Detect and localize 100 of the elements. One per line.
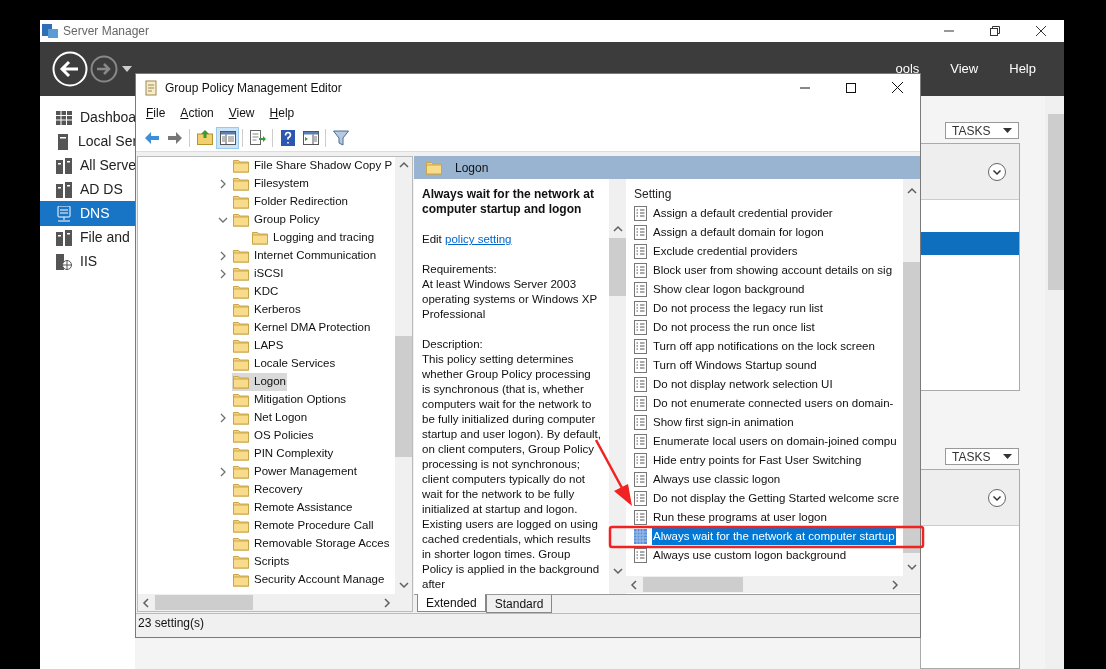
- tree-item[interactable]: File Share Shadow Copy P: [254, 157, 393, 175]
- scrollbar-thumb[interactable]: [609, 238, 626, 296]
- expanded-caret-icon[interactable]: [218, 215, 228, 225]
- menu-item[interactable]: View: [228, 103, 255, 122]
- policy-title: Always wait for the network at computer startup and logon: [422, 187, 596, 217]
- tree-item[interactable]: OS Policies: [254, 427, 314, 445]
- tasks-button[interactable]: TASKS: [945, 448, 1019, 465]
- tree-item[interactable]: Kernel DMA Protection: [254, 319, 371, 337]
- sidebar-item[interactable]: DNS: [40, 201, 135, 226]
- setting-row[interactable]: Do not process the legacy run list: [652, 299, 825, 318]
- window-title: Group Policy Management Editor: [165, 79, 342, 97]
- expand-chevron-icon[interactable]: [988, 488, 1006, 507]
- tree-item[interactable]: KDC: [254, 283, 279, 301]
- scrollbar-thumb[interactable]: [903, 262, 920, 553]
- tree-item[interactable]: LAPS: [254, 337, 284, 355]
- scrollbar-thumb[interactable]: [1048, 114, 1064, 290]
- folder-icon: [233, 177, 249, 191]
- dropdown-caret-icon[interactable]: [122, 66, 132, 72]
- back-button-icon[interactable]: [52, 51, 88, 87]
- collapsed-caret-icon[interactable]: [218, 467, 228, 477]
- setting-row[interactable]: Do not display the Getting Started welcome scre: [652, 489, 901, 508]
- tree-item[interactable]: Locale Services: [254, 355, 336, 373]
- expand-chevron-icon[interactable]: [988, 162, 1006, 181]
- tree-item[interactable]: Recovery: [254, 481, 303, 499]
- scrollbar-thumb[interactable]: [155, 595, 253, 610]
- setting-row[interactable]: Exclude credential providers: [652, 242, 799, 261]
- policy-icon: [634, 396, 647, 411]
- menu-item[interactable]: Help: [1009, 59, 1036, 79]
- folder-icon: [233, 249, 249, 263]
- tree-item[interactable]: Filesystem: [254, 175, 309, 193]
- description-text: This policy setting determines whether Group Policy processing is synchronous (that is, whether computers wait for the network to be fully initialized during computer startup and user logon). By default, on client computers, Group Policy processing is not synchronous; client computers typically do not wait for the network to be fully initialized at startup and logon. Existing users are logged on using cached credentials, which results in shorter logon times. Group Policy is applied in the background after: [422, 352, 601, 592]
- maximize-icon: [846, 82, 856, 93]
- setting-row[interactable]: Assign a default credential provider: [652, 204, 834, 223]
- setting-row[interactable]: Show first sign-in animation: [652, 413, 795, 432]
- setting-row[interactable]: Always use classic logon: [652, 470, 782, 489]
- caret-down-icon: [1003, 454, 1012, 459]
- tree-item[interactable]: Remote Procedure Call: [254, 517, 374, 535]
- tree-item[interactable]: Scripts: [254, 553, 290, 571]
- view-tab[interactable]: Extended: [417, 594, 486, 612]
- policy-icon: [634, 282, 647, 297]
- setting-row[interactable]: Assign a default domain for logon: [652, 223, 825, 242]
- view-tab[interactable]: Standard: [485, 595, 553, 613]
- menu-item[interactable]: Help: [269, 103, 295, 122]
- status-text: 23 setting(s): [138, 615, 205, 632]
- description-label: Description:: [422, 337, 484, 352]
- collapsed-caret-icon[interactable]: [218, 179, 228, 189]
- menu-item[interactable]: Action: [180, 103, 214, 122]
- forward-button-icon[interactable]: [90, 55, 118, 83]
- setting-row[interactable]: Block user from showing account details on sig: [652, 261, 894, 280]
- setting-row[interactable]: Turn off app notifications on the lock screen: [652, 337, 876, 356]
- tree-item[interactable]: Kerberos: [254, 301, 301, 319]
- close-icon: [891, 82, 903, 93]
- setting-row[interactable]: Run these programs at user logon: [652, 508, 828, 527]
- tree-item[interactable]: Remote Assistance: [254, 499, 353, 517]
- setting-row[interactable]: Do not enumerate connected users on domain-: [652, 394, 895, 413]
- folder-icon: [233, 573, 249, 587]
- tree-item[interactable]: Power Management: [254, 463, 357, 481]
- sidebar-item[interactable]: Dashboa: [40, 105, 135, 130]
- tree-item[interactable]: PIN Complexity: [254, 445, 334, 463]
- setting-row[interactable]: Enumerate local users on domain-joined compu: [652, 432, 898, 451]
- collapsed-caret-icon[interactable]: [218, 251, 228, 261]
- menu-item[interactable]: File: [146, 103, 166, 122]
- sidebar-item[interactable]: AD DS: [40, 177, 135, 202]
- folder-icon: [426, 160, 442, 175]
- folder-icon: [233, 303, 249, 317]
- setting-row[interactable]: Do not process the run once list: [652, 318, 816, 337]
- column-header[interactable]: Setting: [634, 185, 903, 204]
- policy-icon: [634, 301, 647, 316]
- collapsed-caret-icon[interactable]: [218, 269, 228, 279]
- tasks-button[interactable]: TASKS: [945, 122, 1019, 139]
- tree-item[interactable]: Internet Communication: [254, 247, 377, 265]
- scrollbar-thumb[interactable]: [395, 336, 412, 457]
- folder-icon: [233, 213, 249, 227]
- tree-item[interactable]: Removable Storage Acces: [254, 535, 390, 553]
- setting-row[interactable]: Turn off Windows Startup sound: [652, 356, 818, 375]
- setting-row[interactable]: Show clear logon background: [652, 280, 806, 299]
- sidebar-item[interactable]: IIS: [40, 249, 135, 274]
- policy-setting-link[interactable]: policy setting: [445, 233, 512, 245]
- sidebar-item[interactable]: Local Ser: [40, 129, 135, 154]
- policy-icon: [634, 491, 647, 506]
- tree-item[interactable]: Mitigation Options: [254, 391, 347, 409]
- tree-item[interactable]: iSCSI: [254, 265, 284, 283]
- tree-item[interactable]: Security Account Manage: [254, 571, 385, 589]
- scrollbar-thumb[interactable]: [643, 577, 743, 592]
- toolbar-button[interactable]: [216, 126, 239, 149]
- tree-item[interactable]: Logging and tracing: [273, 229, 375, 247]
- setting-row[interactable]: Do not display network selection UI: [652, 375, 834, 394]
- menu-item[interactable]: View: [950, 59, 979, 79]
- sidebar-item[interactable]: All Serve: [40, 153, 135, 178]
- folder-icon: [233, 159, 249, 173]
- folder-icon: [233, 195, 249, 209]
- setting-row[interactable]: Always use custom logon background: [652, 546, 848, 565]
- tree-item[interactable]: Group Policy: [254, 211, 320, 229]
- tree-item[interactable]: Folder Redirection: [254, 193, 348, 211]
- sidebar-item[interactable]: File and: [40, 225, 135, 250]
- policy-icon: [634, 339, 647, 354]
- policy-icon: [634, 548, 647, 563]
- setting-row[interactable]: Hide entry points for Fast User Switching: [652, 451, 863, 470]
- collapsed-caret-icon[interactable]: [218, 413, 228, 423]
- tree-item[interactable]: Net Logon: [254, 409, 308, 427]
